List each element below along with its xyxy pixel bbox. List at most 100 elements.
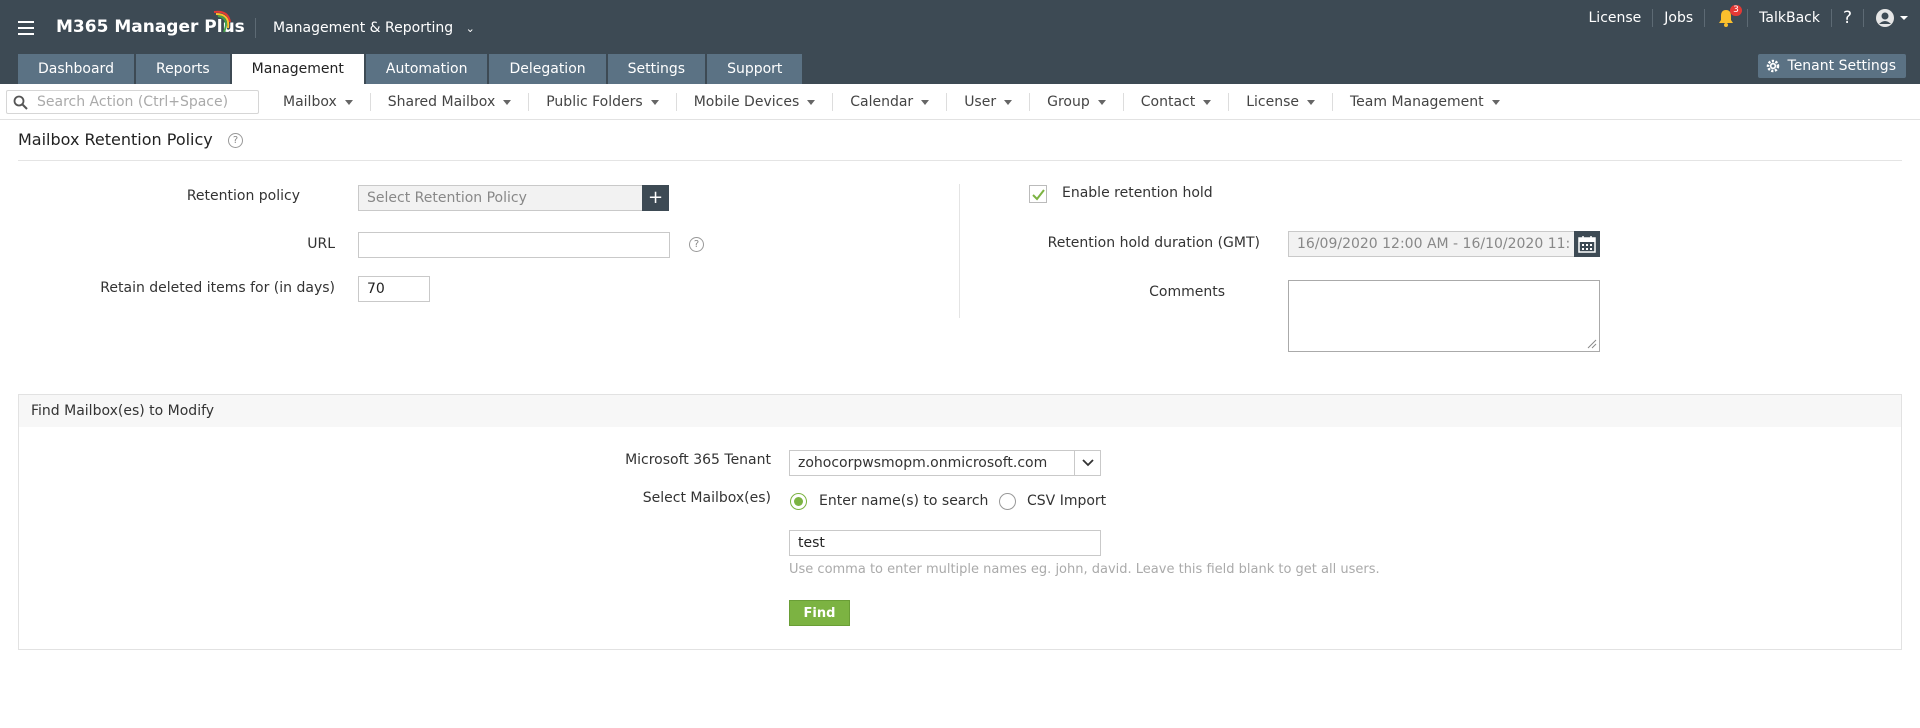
menu-mobile-devices[interactable]: Mobile Devices [677,94,833,110]
jobs-link[interactable]: Jobs [1653,10,1704,26]
tab-management[interactable]: Management [231,54,364,84]
caret-down-icon [921,99,930,105]
dropdown-arrow[interactable] [1074,451,1100,475]
menu-contact[interactable]: Contact [1124,94,1228,110]
url-field[interactable] [358,232,670,258]
tab-automation[interactable]: Automation [365,54,488,84]
app-switcher-label: Management & Reporting [273,20,454,36]
enable-retention-hold-label: Enable retention hold [1062,185,1213,201]
checkmark-icon [1032,189,1045,201]
find-mailbox-panel: Find Mailbox(es) to Modify [18,394,1902,650]
main-tabs: Dashboard Reports Management Automation … [18,54,804,84]
find-button[interactable]: Find [789,600,850,626]
tenant-select[interactable]: zohocorpwsmopm.onmicrosoft.com [789,450,1101,476]
tab-support[interactable]: Support [707,54,803,84]
search-by-name-label: Enter name(s) to search [819,493,989,509]
gear-icon [1766,59,1779,73]
tab-dashboard[interactable]: Dashboard [18,54,134,84]
menu-label: Calendar [850,94,914,110]
chevron-down-icon [1082,459,1094,467]
tab-settings[interactable]: Settings [607,54,706,84]
calendar-icon [1578,236,1596,253]
menu-group[interactable]: Group [1030,94,1123,110]
app-switcher[interactable]: Management & Reporting ⌄ [273,20,475,36]
calendar-picker-button[interactable] [1574,231,1600,257]
url-label: URL [307,236,335,252]
menu-calendar[interactable]: Calendar [833,94,946,110]
user-avatar-icon [1876,9,1894,27]
search-hint: Use comma to enter multiple names eg. jo… [789,562,1380,577]
comments-label: Comments [1149,284,1225,300]
tenant-select-value: zohocorpwsmopm.onmicrosoft.com [798,455,1048,471]
menu-label: License [1246,94,1299,110]
menu-label: User [964,94,997,110]
hamburger-menu-icon[interactable] [18,21,34,35]
search-icon [13,95,28,110]
tenant-settings-button[interactable]: Tenant Settings [1757,54,1906,78]
menu-mailbox[interactable]: Mailbox [266,94,370,110]
caret-down-icon [344,99,353,105]
comments-textarea[interactable] [1288,280,1600,352]
talkback-link[interactable]: TalkBack [1748,10,1831,26]
chevron-down-icon: ⌄ [465,22,475,35]
caret-down-icon [1900,16,1908,20]
mailbox-search-field[interactable]: test [789,530,1101,556]
retention-policy-select[interactable]: Select Retention Policy [358,185,644,211]
title-divider [18,160,1902,161]
csv-import-radio[interactable] [999,493,1016,510]
retention-policy-label: Retention policy [186,188,300,204]
top-right-links: License Jobs 3 TalkBack ? [1578,5,1920,28]
notification-count-badge: 3 [1730,5,1742,16]
tab-reports[interactable]: Reports [135,54,230,84]
caret-down-icon [1491,99,1500,105]
caret-down-icon [1097,99,1106,105]
action-search [6,90,259,114]
menu-label: Group [1047,94,1090,110]
top-header: M365 Manager Plus Management & Reporting… [0,0,1920,84]
menu-label: Contact [1140,94,1196,110]
tenant-label: Microsoft 365 Tenant [625,452,771,468]
license-link[interactable]: License [1578,10,1653,26]
retain-deleted-days-field[interactable]: 70 [358,276,430,302]
menu-label: Shared Mailbox [387,94,496,110]
bell-icon: 3 [1716,5,1742,28]
menu-shared-mailbox[interactable]: Shared Mailbox [371,94,528,110]
enable-retention-hold-checkbox[interactable] [1029,185,1047,203]
url-help-icon[interactable]: ? [689,237,704,252]
menu-public-folders[interactable]: Public Folders [529,94,675,110]
menu-user[interactable]: User [947,94,1029,110]
menu-label: Mobile Devices [693,94,800,110]
help-link[interactable]: ? [1832,8,1863,28]
menu-label: Mailbox [283,94,337,110]
retain-deleted-label: Retain deleted items for (in days) [100,280,335,296]
caret-down-icon [1004,99,1013,105]
page-title: Mailbox Retention Policy [18,130,213,149]
find-panel-heading: Find Mailbox(es) to Modify [19,395,1901,427]
retention-hold-duration-label: Retention hold duration (GMT) [1047,235,1260,251]
action-search-input[interactable] [37,93,252,111]
sub-navigation: Mailbox Shared Mailbox Public Folders Mo… [0,84,1920,120]
menu-label: Public Folders [546,94,643,110]
category-menu: Mailbox Shared Mailbox Public Folders Mo… [266,84,1517,120]
caret-down-icon [650,99,659,105]
add-retention-policy-button[interactable]: + [642,185,669,211]
tab-delegation[interactable]: Delegation [489,54,606,84]
menu-team-management[interactable]: Team Management [1333,94,1517,110]
caret-down-icon [1306,99,1315,105]
column-divider [959,184,960,318]
retention-hold-duration-field[interactable]: 16/09/2020 12:00 AM - 16/10/2020 11: [1288,231,1576,257]
user-menu[interactable] [1864,8,1920,28]
help-icon[interactable]: ? [228,133,243,148]
menu-license[interactable]: License [1229,94,1332,110]
header-divider [255,18,256,38]
logo-swoosh-icon [213,10,231,33]
caret-down-icon [1203,99,1212,105]
tenant-settings-label: Tenant Settings [1787,58,1896,74]
search-by-name-radio[interactable] [790,493,807,510]
menu-label: Team Management [1349,94,1484,110]
csv-import-label: CSV Import [1027,493,1107,509]
caret-down-icon [503,99,512,105]
select-mailboxes-label: Select Mailbox(es) [642,490,771,506]
resize-handle-icon[interactable] [1587,339,1597,349]
notifications-button[interactable]: 3 [1705,5,1747,28]
